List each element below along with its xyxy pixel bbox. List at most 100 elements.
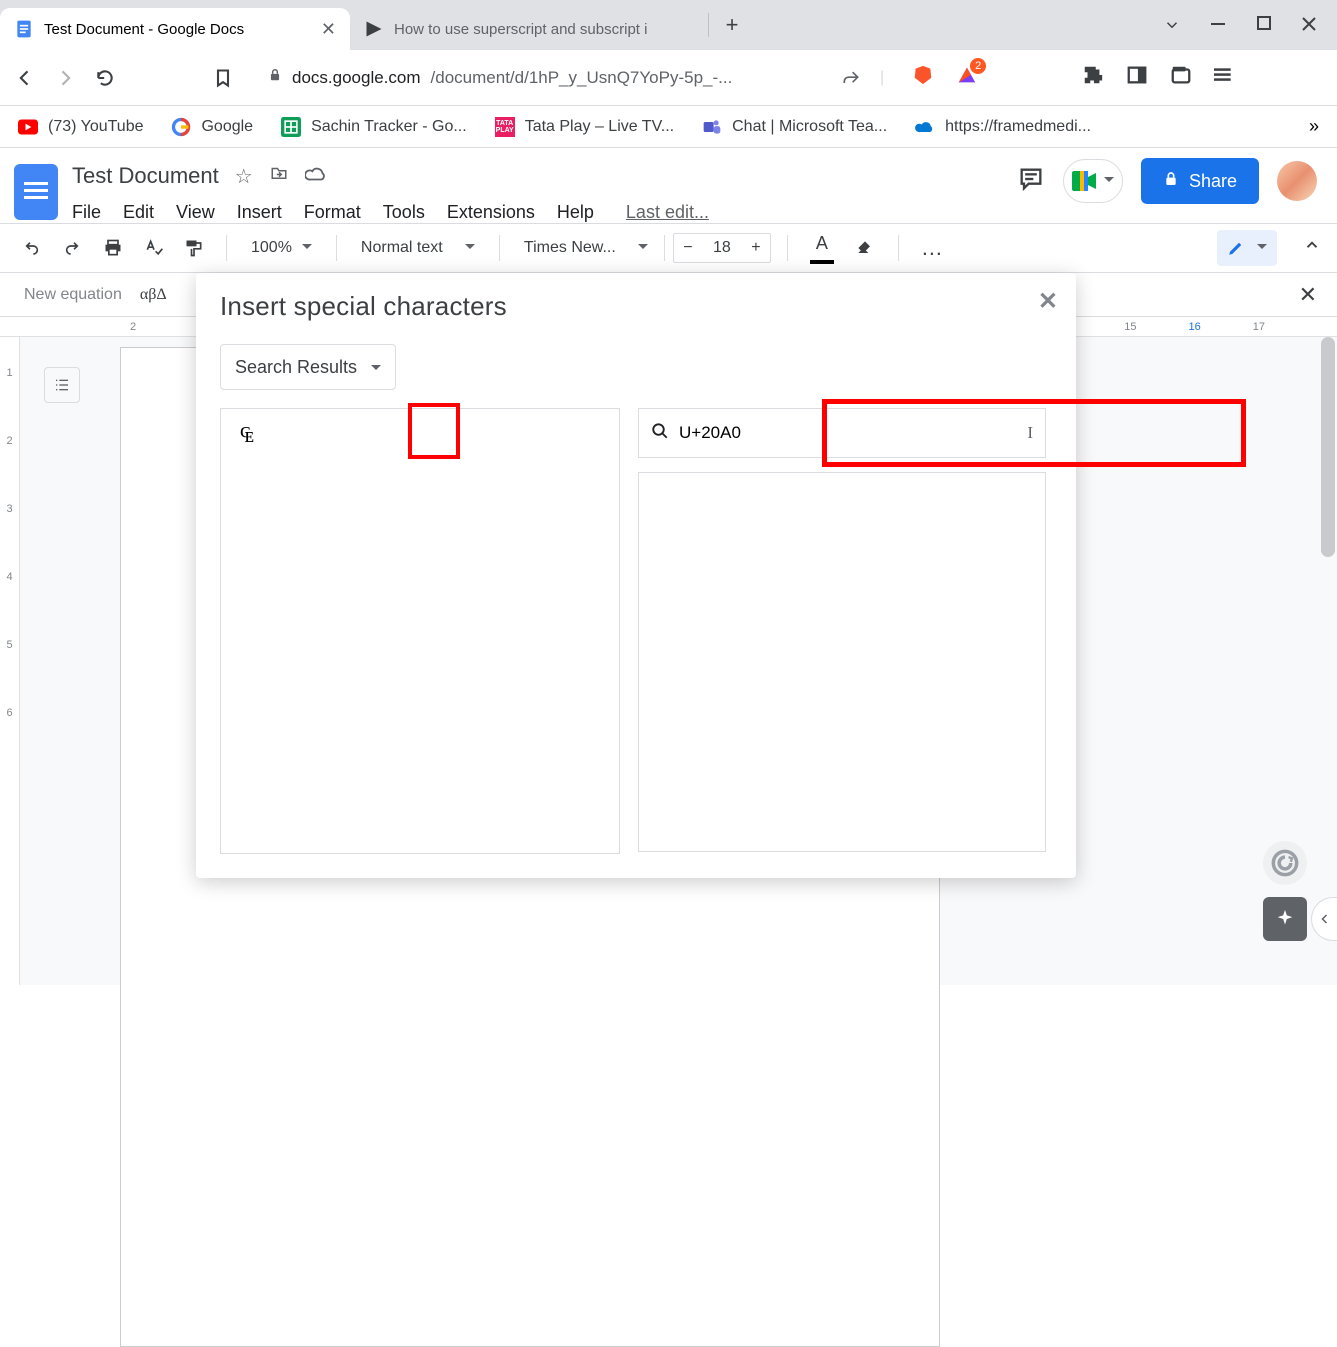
zoom-value: 100% — [251, 239, 292, 257]
tabs-dropdown-icon[interactable] — [1163, 16, 1181, 34]
style-dropdown[interactable]: Normal text — [353, 235, 483, 261]
account-avatar[interactable] — [1277, 161, 1317, 201]
bookmarks-overflow-icon[interactable]: » — [1309, 116, 1319, 137]
menu-view[interactable]: View — [176, 202, 215, 223]
highlight-color-button[interactable] — [848, 234, 882, 262]
new-tab-button[interactable]: + — [717, 12, 747, 38]
move-icon[interactable] — [269, 164, 289, 188]
close-equation-bar-icon[interactable]: ✕ — [1299, 282, 1317, 308]
category-dropdown[interactable]: Search Results — [220, 344, 396, 390]
back-icon[interactable] — [14, 67, 36, 89]
bookmark-youtube[interactable]: (73) YouTube — [18, 117, 143, 137]
maximize-icon[interactable] — [1257, 16, 1271, 34]
character-search-box[interactable]: I — [638, 408, 1046, 458]
menu-extensions[interactable]: Extensions — [447, 202, 535, 223]
zoom-dropdown[interactable]: 100% — [243, 235, 320, 261]
bookmark-label: Tata Play – Live TV... — [525, 118, 674, 136]
collapse-toolbar-icon[interactable] — [1303, 236, 1321, 260]
bookmark-sheets[interactable]: Sachin Tracker - Go... — [281, 117, 467, 137]
bookmark-icon[interactable] — [212, 67, 234, 89]
bookmark-label: Sachin Tracker - Go... — [311, 118, 467, 136]
sidepanel-icon[interactable] — [1126, 64, 1148, 91]
spellcheck-icon[interactable] — [138, 234, 170, 262]
comments-icon[interactable] — [1017, 165, 1045, 198]
font-dropdown[interactable]: Times New... — [516, 235, 656, 261]
browser-tab-active[interactable]: Test Document - Google Docs ✕ — [0, 8, 350, 50]
editing-mode-button[interactable] — [1217, 230, 1277, 266]
outline-toggle-button[interactable] — [44, 367, 80, 403]
document-title[interactable]: Test Document — [72, 163, 219, 189]
menu-insert[interactable]: Insert — [237, 202, 282, 223]
search-icon — [651, 422, 669, 445]
dialog-close-icon[interactable]: ✕ — [1038, 287, 1058, 316]
menu-bar: File Edit View Insert Format Tools Exten… — [72, 202, 1003, 223]
special-characters-dialog: ✕ Insert special characters Search Resul… — [196, 273, 1076, 878]
equation-label[interactable]: New equation — [24, 286, 122, 304]
bookmark-tataplay[interactable]: TATAPLAY Tata Play – Live TV... — [495, 117, 674, 137]
menu-file[interactable]: File — [72, 202, 101, 223]
font-size-stepper[interactable]: − 18 + — [673, 233, 771, 263]
reload-icon[interactable] — [94, 67, 116, 89]
meet-button[interactable] — [1063, 159, 1123, 203]
menu-format[interactable]: Format — [304, 202, 361, 223]
character-search-input[interactable] — [679, 423, 1017, 443]
address-bar[interactable]: docs.google.com/document/d/1hP_y_UsnQ7Yo… — [252, 59, 822, 97]
extension-brave-badge[interactable]: 2 — [956, 64, 978, 91]
bookmark-onedrive[interactable]: https://framedmedi... — [915, 117, 1091, 137]
minimize-icon[interactable] — [1211, 16, 1227, 34]
menu-tools[interactable]: Tools — [383, 202, 425, 223]
docs-logo-icon[interactable] — [14, 164, 58, 220]
menu-help[interactable]: Help — [557, 202, 594, 223]
menu-icon[interactable] — [1214, 65, 1234, 90]
ruler-tick: 17 — [1253, 321, 1265, 333]
tab-close-icon[interactable]: ✕ — [321, 19, 336, 40]
google-icon — [171, 117, 191, 137]
lock-icon — [268, 67, 282, 88]
bookmark-label: Chat | Microsoft Tea... — [732, 118, 887, 136]
ruler-tick: 16 — [1189, 321, 1201, 333]
text-color-button[interactable]: A — [804, 229, 840, 268]
last-edit-link[interactable]: Last edit... — [626, 202, 709, 223]
extensions-icon[interactable] — [1082, 64, 1104, 91]
decrease-font-icon[interactable]: − — [674, 239, 702, 257]
explore-button[interactable] — [1263, 897, 1307, 941]
menu-edit[interactable]: Edit — [123, 202, 154, 223]
address-bar-row: docs.google.com/document/d/1hP_y_UsnQ7Yo… — [0, 50, 1337, 106]
badge-count: 2 — [970, 58, 986, 74]
style-value: Normal text — [361, 239, 443, 257]
tataplay-icon: TATAPLAY — [495, 117, 515, 137]
bookmark-google[interactable]: Google — [171, 117, 253, 137]
teams-icon — [702, 117, 722, 137]
browser-tab-inactive[interactable]: How to use superscript and subscript i — [350, 8, 700, 50]
side-panel-toggle[interactable] — [1311, 897, 1337, 941]
cloud-status-icon[interactable] — [305, 165, 327, 188]
ruler-tick: 5 — [6, 639, 12, 651]
bookmark-label: (73) YouTube — [48, 118, 143, 136]
scrollbar-thumb[interactable] — [1321, 337, 1335, 557]
star-icon[interactable]: ☆ — [235, 164, 253, 189]
print-icon[interactable] — [96, 234, 130, 262]
url-path: /document/d/1hP_y_UsnQ7YoPy-5p_-... — [431, 68, 733, 88]
vertical-ruler[interactable]: 1 2 3 4 5 6 — [0, 337, 20, 985]
grammarly-button[interactable] — [1263, 841, 1307, 885]
redo-icon[interactable] — [56, 236, 88, 260]
font-value: Times New... — [524, 239, 616, 257]
more-tools-icon[interactable] — [915, 231, 949, 265]
ruler-tick: 15 — [1124, 321, 1136, 333]
undo-icon[interactable] — [16, 236, 48, 260]
close-window-icon[interactable] — [1301, 16, 1317, 34]
share-label: Share — [1189, 171, 1237, 192]
brave-icon[interactable] — [912, 63, 934, 92]
sheets-icon — [281, 117, 301, 137]
increase-font-icon[interactable]: + — [742, 239, 770, 257]
paint-format-icon[interactable] — [178, 234, 210, 262]
lock-icon — [1163, 170, 1179, 193]
share-button[interactable]: Share — [1141, 158, 1259, 204]
bookmark-teams[interactable]: Chat | Microsoft Tea... — [702, 117, 887, 137]
character-cell[interactable]: ₠ — [227, 415, 267, 455]
wallet-icon[interactable] — [1170, 64, 1192, 91]
equation-greek-group[interactable]: αβΔ — [140, 286, 167, 304]
font-size-value[interactable]: 18 — [702, 239, 742, 257]
draw-character-panel[interactable] — [638, 472, 1046, 852]
share-url-icon[interactable] — [840, 67, 862, 89]
